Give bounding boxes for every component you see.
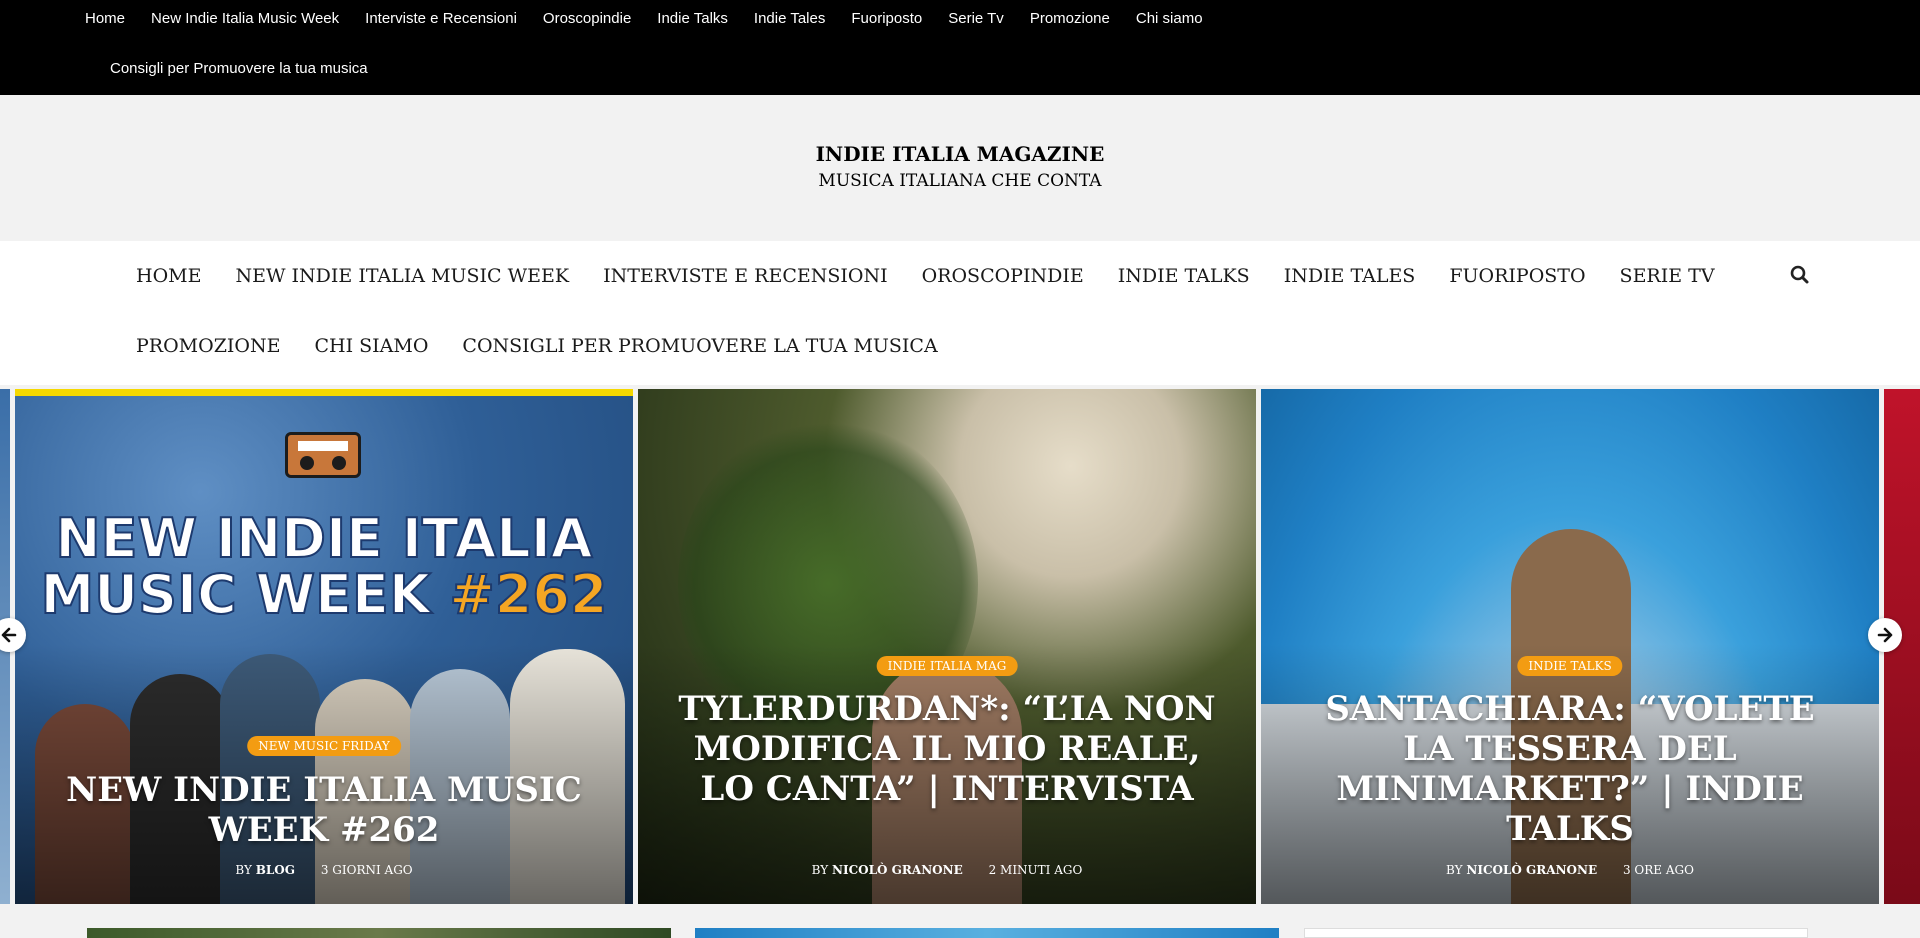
slider-next-button[interactable] [1868, 618, 1902, 652]
nav-item-home[interactable]: HOME [136, 265, 201, 287]
post-time: 3 ORE AGO [1622, 863, 1694, 877]
post-card-thumbnail[interactable] [695, 928, 1279, 938]
nav-item-new-indie-italia-music-week[interactable]: NEW INDIE ITALIA MUSIC WEEK [235, 265, 569, 287]
top-menu-item-promozione[interactable]: Promozione [1030, 10, 1110, 27]
search-icon [1790, 265, 1809, 284]
slide-title[interactable]: TYLERDURDAN*: “L’IA NON MODIFICA IL MIO … [678, 689, 1216, 809]
by-label: BY [811, 863, 829, 877]
slide-meta: BY NICOLÒ GRANONE 2 MINUTI AGO [638, 863, 1256, 877]
accent-bar [15, 389, 633, 396]
search-button[interactable] [1788, 263, 1812, 287]
top-menu: Home New Indie Italia Music Week Intervi… [72, 10, 1216, 27]
category-badge[interactable]: INDIE TALKS [1517, 656, 1623, 676]
category-badge[interactable]: INDIE ITALIA MAG [876, 656, 1018, 676]
post-time: 3 GIORNI AGO [320, 863, 413, 877]
category-badge[interactable]: NEW MUSIC FRIDAY [247, 736, 401, 756]
slide-meta: BY NICOLÒ GRANONE 3 ORE AGO [1261, 863, 1879, 877]
site-title[interactable]: INDIE ITALIA MAGAZINE [0, 142, 1920, 166]
author-link[interactable]: NICOLÒ GRANONE [1466, 863, 1597, 877]
top-menu-row-2: Consigli per Promuovere la tua musica [97, 60, 381, 77]
sidebar-widget [1304, 928, 1808, 938]
nav-item-promozione[interactable]: PROMOZIONE [136, 335, 280, 357]
poster-line-1: NEW INDIE ITALIA [54, 507, 593, 570]
top-menu-item-serie-tv[interactable]: Serie Tv [948, 10, 1004, 27]
nav-item-indie-tales[interactable]: INDIE TALES [1284, 265, 1416, 287]
slide-tylerdurdan[interactable]: INDIE ITALIA MAG TYLERDURDAN*: “L’IA NON… [638, 389, 1256, 904]
poster-number: #262 [449, 563, 609, 626]
main-nav-row-2: PROMOZIONE CHI SIAMO CONSIGLI PER PROMUO… [119, 335, 955, 357]
nav-item-oroscopindie[interactable]: OROSCOPINDIE [922, 265, 1084, 287]
arrow-left-icon [1, 627, 17, 643]
post-card-thumbnail[interactable] [87, 928, 671, 938]
slide-title[interactable]: SANTACHIARA: “VOLETE LA TESSERA DEL MINI… [1301, 689, 1839, 849]
poster-line-2: MUSIC WEEK [40, 563, 432, 626]
by-label: BY [235, 863, 252, 877]
top-menu-item-consigli[interactable]: Consigli per Promuovere la tua musica [110, 60, 368, 77]
slide-title[interactable]: NEW INDIE ITALIA MUSIC WEEK #262 [55, 770, 593, 850]
slide-santachiara[interactable]: INDIE TALKS SANTACHIARA: “VOLETE LA TESS… [1261, 389, 1879, 904]
nav-item-serie-tv[interactable]: SERIE TV [1620, 265, 1715, 287]
top-menu-item-chi-siamo[interactable]: Chi siamo [1136, 10, 1203, 27]
arrow-right-icon [1877, 627, 1893, 643]
nav-item-consigli[interactable]: CONSIGLI PER PROMUOVERE LA TUA MUSICA [462, 335, 937, 357]
poster-headline: NEW INDIE ITALIA MUSIC WEEK #262 [15, 507, 633, 626]
nav-item-fuoriposto[interactable]: FUORIPOSTO [1449, 265, 1585, 287]
top-menu-item-home[interactable]: Home [85, 10, 125, 27]
featured-slider: NEW INDIE ITALIA MUSIC WEEK #262 NEW MUS… [0, 389, 1920, 904]
main-nav-row-1: HOME NEW INDIE ITALIA MUSIC WEEK INTERVI… [119, 265, 1732, 287]
top-bar: Home New Indie Italia Music Week Intervi… [0, 0, 1920, 95]
main-navigation: HOME NEW INDIE ITALIA MUSIC WEEK INTERVI… [0, 241, 1920, 385]
site-tagline: MUSICA ITALIANA CHE CONTA [818, 171, 1102, 191]
slide-music-week[interactable]: NEW INDIE ITALIA MUSIC WEEK #262 NEW MUS… [15, 389, 633, 904]
nav-item-indie-talks[interactable]: INDIE TALKS [1118, 265, 1250, 287]
top-menu-item-indie-talks[interactable]: Indie Talks [657, 10, 728, 27]
post-time: 2 MINUTI AGO [988, 863, 1083, 877]
by-label: BY [1446, 863, 1463, 877]
top-menu-item-new-indie-italia-music-week[interactable]: New Indie Italia Music Week [151, 10, 339, 27]
cassette-icon [285, 432, 361, 478]
top-menu-item-fuoriposto[interactable]: Fuoriposto [851, 10, 922, 27]
nav-item-chi-siamo[interactable]: CHI SIAMO [314, 335, 428, 357]
top-menu-item-indie-tales[interactable]: Indie Tales [754, 10, 825, 27]
site-header: INDIE ITALIA MAGAZINE MUSICA ITALIANA CH… [0, 95, 1920, 241]
nav-item-interviste-e-recensioni[interactable]: INTERVISTE E RECENSIONI [603, 265, 887, 287]
author-link[interactable]: BLOG [256, 863, 295, 877]
top-menu-item-oroscopindie[interactable]: Oroscopindie [543, 10, 631, 27]
top-menu-item-interviste-e-recensioni[interactable]: Interviste e Recensioni [365, 10, 517, 27]
author-link[interactable]: NICOLÒ GRANONE [832, 863, 963, 877]
slide-meta: BY BLOG 3 GIORNI AGO [15, 863, 633, 877]
